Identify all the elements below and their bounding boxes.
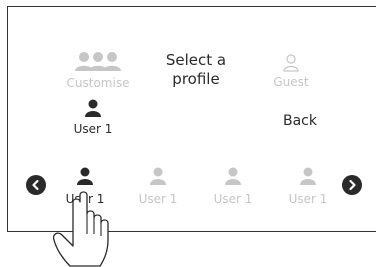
carousel-item-label: User 1: [288, 192, 328, 206]
guest-label: Guest: [273, 75, 309, 89]
user-icon: [225, 167, 241, 185]
group-icon: [75, 52, 121, 71]
selected-user-label: User 1: [73, 122, 113, 136]
user-outline-icon: [283, 54, 299, 72]
next-button[interactable]: [342, 175, 362, 195]
chevron-right-icon: [349, 179, 356, 191]
pointing-hand-icon: [52, 191, 109, 267]
user-icon: [85, 99, 101, 117]
user-icon: [150, 167, 166, 185]
carousel-item[interactable]: User 1: [283, 167, 333, 207]
carousel-item[interactable]: User 1: [133, 167, 183, 207]
user-icon: [77, 167, 93, 185]
back-button[interactable]: Back: [270, 113, 330, 129]
carousel-item[interactable]: User 1: [208, 167, 258, 207]
customise-tile[interactable]: Customise: [58, 51, 138, 91]
page-title: Select a profile: [165, 51, 227, 88]
guest-tile[interactable]: Guest: [266, 54, 316, 90]
carousel-item-label: User 1: [138, 192, 178, 206]
user-icon: [300, 167, 316, 185]
customise-label: Customise: [66, 76, 130, 90]
selected-user-tile[interactable]: User 1: [63, 99, 123, 139]
carousel-item-label: User 1: [213, 192, 253, 206]
